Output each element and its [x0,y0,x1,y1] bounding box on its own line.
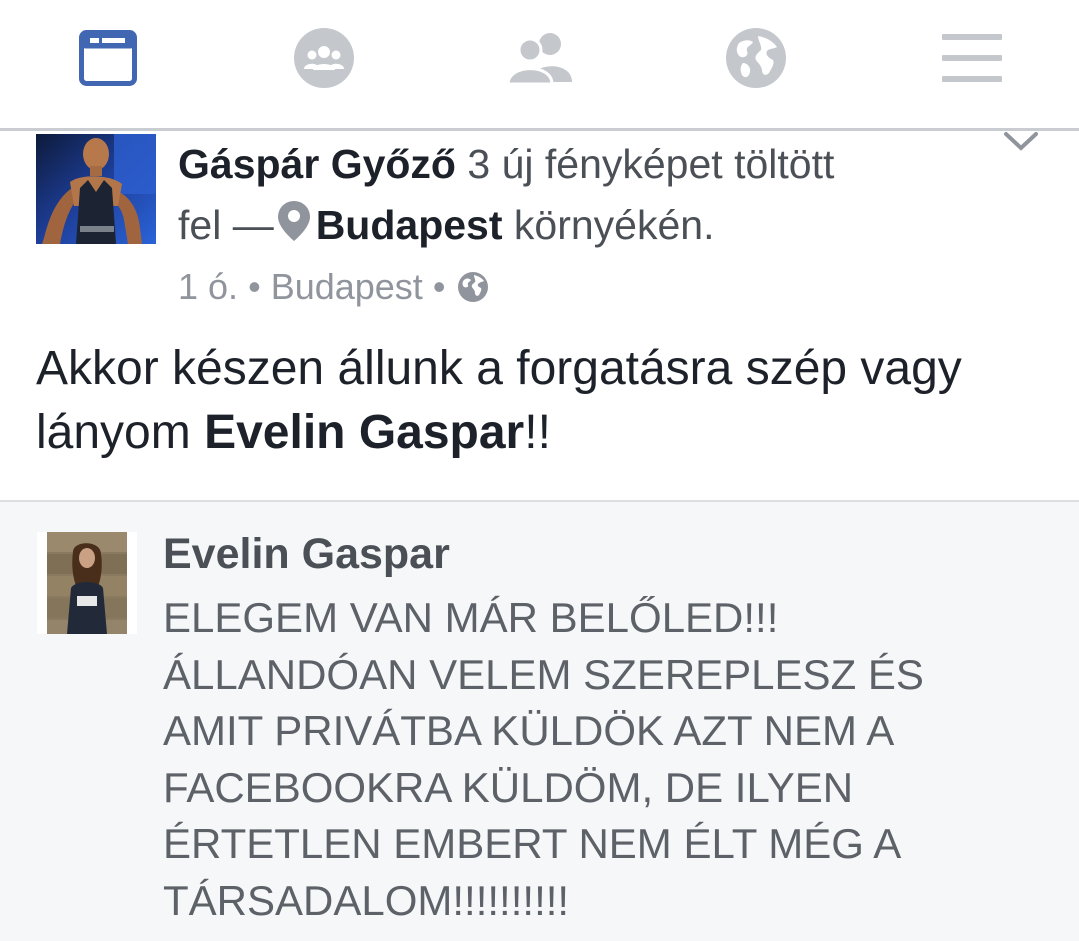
post-action-text: 3 új fényképet töltött [467,141,835,187]
post-author-name[interactable]: Gáspár Győző [178,141,456,187]
hamburger-menu-icon [942,34,1002,82]
comment-line: ELEGEM VAN MÁR BELŐLED!!! [163,594,779,641]
facebook-mobile-screen: Gáspár Győző 3 új fényképet töltött fel … [0,0,1079,941]
author-avatar[interactable] [36,134,156,244]
comment-line: FACEBOOKRA KÜLDÖM, DE ILYEN [163,763,854,811]
post-place-suffix: környékén. [513,202,715,248]
tagged-user-link[interactable]: Evelin Gaspar [204,406,524,459]
feed-post: Gáspár Győző 3 új fényképet töltött fel … [0,131,1079,500]
commenter-photo [47,532,127,634]
post-location[interactable]: Budapest [271,266,423,307]
post-message-end: !! [524,406,551,459]
news-feed-icon [79,30,137,86]
post-place-link[interactable]: Budapest [316,202,503,248]
author-photo [36,134,156,244]
privacy-globe-icon [458,272,489,302]
comment-author-name[interactable]: Evelin Gaspar [163,526,450,582]
nav-news-feed-button[interactable] [68,22,148,94]
comment-line: ÉRTETLEN EMBERT NEM ÉLT MÉG A [163,820,902,867]
post-timestamp[interactable]: 1 ó. [178,266,238,307]
comment-line: TÁRSADALOM!!!!!!!!!! [163,876,570,924]
meta-separator: • [432,266,446,307]
post-message: Akkor készen állunk a forgatásra szép va… [36,337,1036,465]
nav-notifications-button[interactable] [716,22,796,94]
comment-body: ELEGEM VAN MÁR BELŐLED!!! ÁLLANDÓAN VELE… [163,590,1043,929]
top-navigation-bar [0,0,1079,128]
location-pin-icon [277,201,310,241]
comment-section: Evelin Gaspar ELEGEM VAN MÁR BELŐLED!!! … [0,502,1079,941]
nav-friend-requests-button[interactable] [500,22,580,94]
nav-groups-button[interactable] [284,22,364,94]
post-action-continuation: fel — [178,202,274,248]
comment-line: AMIT PRIVÁTBA KÜLDÖK AZT NEM A [163,707,895,754]
groups-icon [294,28,354,88]
meta-separator: • [248,266,261,307]
nav-menu-button[interactable] [932,22,1012,94]
globe-icon [726,28,786,88]
post-meta: 1 ó. • Budapest • [178,265,489,309]
post-headline: Gáspár Győző 3 új fényképet töltött fel … [178,134,978,256]
friends-icon [506,33,572,86]
comment-line: ÁLLANDÓAN VELEM SZEREPLESZ ÉS [163,650,924,698]
post-options-chevron-icon[interactable] [1003,131,1039,153]
commenter-avatar[interactable] [37,532,137,634]
